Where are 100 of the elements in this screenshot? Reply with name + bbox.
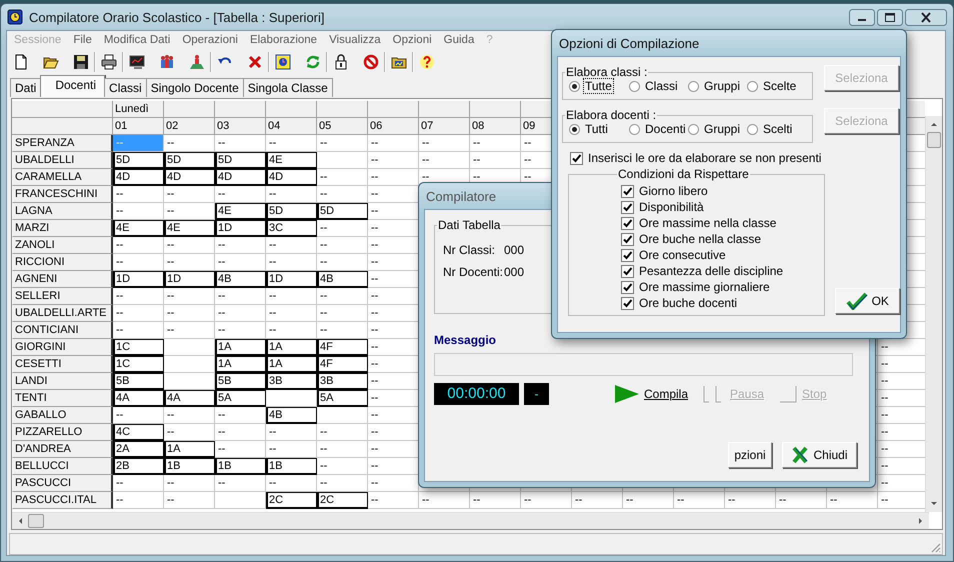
checkbox[interactable]: [570, 152, 583, 164]
row-header: GIORGINI: [12, 338, 113, 356]
table-cell: --: [266, 322, 317, 339]
monitor-chart-icon[interactable]: [129, 54, 145, 70]
radio-label[interactable]: Gruppi: [703, 122, 742, 136]
table-cell: 4F: [317, 338, 368, 356]
table-cell: --: [266, 304, 317, 322]
clock-icon[interactable]: [275, 54, 291, 70]
row-header: LAGNA: [12, 202, 113, 220]
table-cell: --: [266, 424, 317, 441]
checkbox[interactable]: [621, 232, 634, 246]
table-cell: 5D: [317, 202, 368, 220]
people-icon[interactable]: [159, 54, 175, 70]
checkbox-label[interactable]: Pesantezza delle discipline: [639, 264, 784, 278]
menu-item[interactable]: Visualizza: [324, 34, 388, 46]
checkbox[interactable]: [621, 280, 634, 294]
checkbox[interactable]: [621, 184, 634, 198]
radio-button[interactable]: [629, 80, 640, 92]
table-cell: --: [215, 406, 266, 424]
radio-label[interactable]: Classi: [644, 79, 679, 93]
checkbox[interactable]: [621, 216, 634, 230]
menu-item[interactable]: File: [68, 34, 99, 46]
tab[interactable]: Singola Classe: [242, 78, 333, 97]
table-cell: 1D: [266, 270, 317, 288]
table-cell: --: [317, 288, 368, 305]
table-cell: 1C: [113, 338, 164, 356]
menu-item[interactable]: Modifica Dati: [98, 34, 178, 46]
close-icon[interactable]: [905, 8, 947, 26]
save-icon[interactable]: [73, 54, 89, 70]
table-cell: 2A: [113, 440, 164, 458]
tab[interactable]: Docenti: [40, 74, 106, 97]
radio-button[interactable]: [747, 124, 758, 134]
table-cell: 1C: [113, 356, 164, 373]
checkbox-label[interactable]: Inserisci le ore da elaborare se non presenti: [588, 151, 822, 165]
scrollbar-thumb[interactable]: [927, 132, 941, 148]
column-header: 06: [368, 118, 419, 135]
checkbox-label[interactable]: Disponibilità: [639, 200, 704, 214]
column-header: 07: [419, 118, 470, 135]
checkbox-label[interactable]: Giorno libero: [639, 184, 708, 198]
menu-item[interactable]: Guida: [438, 34, 482, 46]
table-cell: --: [113, 474, 164, 492]
scrollbar-thumb[interactable]: [28, 514, 44, 528]
checkbox[interactable]: [621, 200, 634, 214]
refresh-icon[interactable]: [305, 54, 321, 70]
maximize-icon[interactable]: [877, 8, 903, 26]
empty-cell: [317, 406, 368, 424]
lock-icon[interactable]: [333, 54, 349, 70]
checkbox-label[interactable]: Ore massime nella classe: [639, 216, 776, 230]
checkbox[interactable]: [621, 248, 634, 262]
empty-cell: [164, 372, 215, 390]
radio-label[interactable]: Gruppi: [703, 79, 742, 93]
table-cell: 2C: [266, 492, 317, 509]
table-cell: 4E: [113, 220, 164, 237]
checkbox[interactable]: [621, 264, 634, 278]
checkbox-label[interactable]: Ore buche docenti: [639, 296, 738, 310]
help-icon[interactable]: [419, 54, 435, 70]
figure-icon[interactable]: [189, 54, 205, 70]
ok-button[interactable]: OK: [834, 288, 900, 314]
table-cell: --: [113, 304, 164, 322]
table-cell: --: [317, 134, 368, 152]
row-header: ZANOLI: [12, 236, 113, 254]
prohibited-icon[interactable]: [363, 54, 379, 70]
print-icon[interactable]: [101, 54, 117, 70]
menu-item[interactable]: Elaborazione: [244, 34, 324, 46]
row-header: CONTICIANI: [12, 322, 113, 339]
checkbox[interactable]: [621, 296, 634, 310]
radio-label[interactable]: Scelte: [762, 79, 798, 93]
radio-label[interactable]: Docenti: [644, 122, 687, 136]
radio-button[interactable]: [569, 80, 580, 92]
menu-item[interactable]: Opzioni: [388, 34, 439, 46]
resize-grip-icon[interactable]: [929, 541, 941, 553]
group-title: Condizioni da Rispettare: [617, 167, 750, 181]
options-button[interactable]: pzioni: [728, 442, 772, 468]
minimize-icon[interactable]: [849, 8, 875, 26]
radio-button[interactable]: [747, 80, 758, 92]
checkbox-label[interactable]: Ore consecutive: [639, 248, 726, 262]
cross-icon: [791, 446, 810, 464]
compile-button[interactable]: Compila: [614, 384, 688, 404]
radio-button[interactable]: [688, 124, 699, 134]
radio-button[interactable]: [629, 124, 640, 134]
radio-label[interactable]: Tutte: [584, 79, 613, 93]
table-cell: 4E: [266, 152, 317, 169]
table-cell: --: [164, 236, 215, 254]
table-cell: 4D: [164, 168, 215, 186]
table-cell: --: [215, 440, 266, 458]
menu-item[interactable]: Operazioni: [177, 34, 245, 46]
delete-icon[interactable]: [247, 54, 263, 70]
table-cell: --: [317, 424, 368, 441]
close-button[interactable]: Chiudi: [782, 442, 857, 468]
tab[interactable]: Dati: [10, 78, 42, 97]
radio-label[interactable]: Tutti: [584, 122, 609, 136]
tab[interactable]: Singolo Docente: [146, 78, 244, 97]
table-cell: 1D: [215, 220, 266, 237]
new-file-icon[interactable]: [13, 54, 29, 70]
radio-button[interactable]: [569, 124, 580, 134]
checkbox-label[interactable]: Ore massime giornaliere: [639, 280, 770, 294]
radio-label[interactable]: Scelti: [762, 122, 794, 136]
tab[interactable]: Classi: [104, 78, 147, 97]
checkbox-label[interactable]: Ore buche nella classe: [639, 232, 762, 246]
radio-button[interactable]: [688, 80, 699, 92]
